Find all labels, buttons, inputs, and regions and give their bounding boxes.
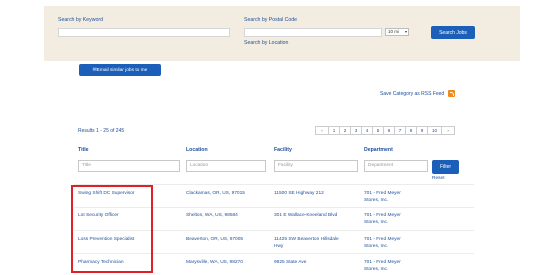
job-department-cont: Stores, Inc. <box>364 220 389 225</box>
job-department: 701 - Fred Meyer <box>364 213 401 218</box>
rss-icon <box>448 90 456 97</box>
column-header-title[interactable]: Title <box>78 147 89 153</box>
column-header-facility[interactable]: Facility <box>274 147 292 153</box>
radius-select[interactable]: 10 mi ▾ <box>385 28 409 36</box>
search-by-location-link[interactable]: Search by Location <box>244 40 288 46</box>
job-facility: 9925 State Ave <box>274 260 307 265</box>
keyword-label: Search by Keyword <box>58 17 103 23</box>
job-location: Beaverton, OR, US, 97005 <box>186 237 244 242</box>
column-header-location[interactable]: Location <box>186 147 208 153</box>
prev-page-button[interactable]: ‹ <box>315 126 329 135</box>
highlight-box <box>71 185 153 273</box>
keyword-input[interactable] <box>58 28 230 37</box>
job-department-cont: Stores, Inc. <box>364 267 389 272</box>
job-department-cont: Stores, Inc. <box>364 198 389 203</box>
chevron-down-icon: ▾ <box>404 29 407 34</box>
title-filter-input[interactable]: Title <box>78 160 180 172</box>
page-10-button[interactable]: 10 <box>427 126 442 135</box>
department-filter-input[interactable]: Department <box>364 160 428 172</box>
postal-code-label: Search by Postal Code <box>244 17 298 23</box>
search-jobs-button[interactable]: Search Jobs <box>431 26 475 39</box>
job-location: Shelton, WA, US, 98584 <box>186 213 238 218</box>
job-department: 701 - Fred Meyer <box>364 237 401 242</box>
next-page-button[interactable]: › <box>441 126 455 135</box>
search-panel: Search by Keyword Search by Postal Code … <box>44 6 520 61</box>
results-count: Results 1 - 25 of 245 <box>78 128 125 134</box>
radius-value: 10 mi <box>388 29 400 34</box>
column-header-department[interactable]: Department <box>364 147 393 153</box>
location-filter-input[interactable]: Location <box>186 160 266 172</box>
rss-label: Save Category as RSS Feed <box>380 90 445 97</box>
facility-filter-input[interactable]: Facility <box>274 160 358 172</box>
postal-code-input[interactable] <box>244 28 382 37</box>
job-facility-cont: Hwy <box>274 244 284 249</box>
job-department: 701 - Fred Meyer <box>364 260 401 265</box>
job-location: Marysville, WA, US, 98270 <box>186 260 243 265</box>
job-facility: 11500 SE Highway 212 <box>274 191 324 196</box>
job-facility: 11425 SW Beaverton Hillsdale <box>274 237 339 242</box>
filter-button[interactable]: Filter <box>432 160 459 174</box>
rss-feed-link[interactable]: Save Category as RSS Feed <box>380 90 456 97</box>
email-similar-jobs-button[interactable]: ✉Email similar jobs to me <box>79 64 161 76</box>
job-department: 701 - Fred Meyer <box>364 191 401 196</box>
job-facility: 301 E Wallace-Kneeland Blvd <box>274 213 338 218</box>
pagination: ‹ 1 2 3 4 5 6 7 8 9 10 › <box>315 126 455 135</box>
reset-link[interactable]: Reset <box>432 176 445 181</box>
job-department-cont: Stores, Inc. <box>364 244 389 249</box>
job-location: Clackamas, OR, US, 97015 <box>186 191 245 196</box>
